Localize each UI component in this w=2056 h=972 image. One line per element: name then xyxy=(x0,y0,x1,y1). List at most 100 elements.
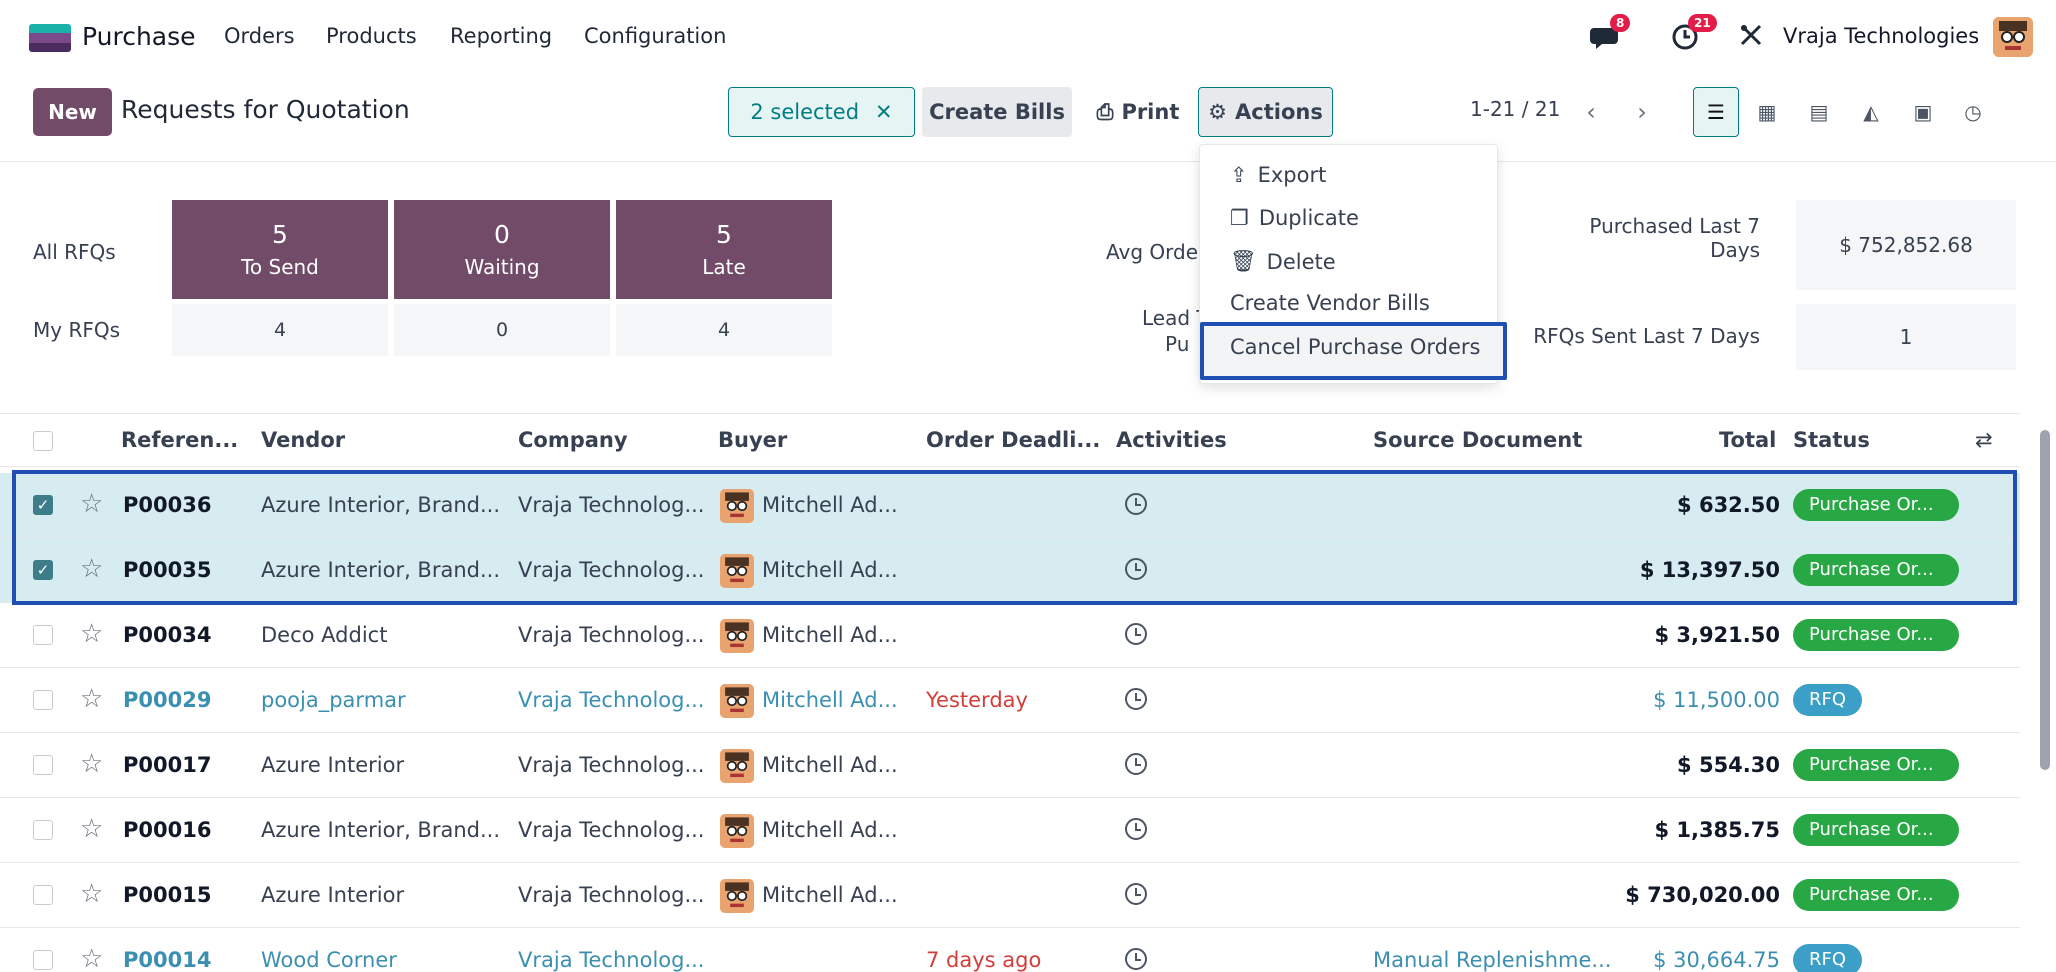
cell-vendor: pooja_parmar xyxy=(261,688,406,712)
activity-clock-icon[interactable] xyxy=(1125,623,1147,645)
buyer-avatar xyxy=(720,814,754,848)
status-badge: Purchase Or... xyxy=(1793,619,1959,651)
duplicate-label: Duplicate xyxy=(1258,206,1359,230)
col-source-document[interactable]: Source Document xyxy=(1373,428,1582,452)
table-row[interactable]: ☆ P00014 Wood Corner Vraja Technolog... 7 da… xyxy=(0,928,2020,972)
my-to-send[interactable]: 4 xyxy=(172,304,388,356)
pager-next-icon[interactable]: › xyxy=(1622,92,1662,132)
my-waiting[interactable]: 0 xyxy=(394,304,610,356)
all-rfqs-label: All RFQs xyxy=(33,240,116,264)
col-vendor[interactable]: Vendor xyxy=(261,428,345,452)
table-row[interactable]: ☆ P00016 Azure Interior, Brand... Vraja Tec… xyxy=(0,798,2020,863)
pager-previous-icon[interactable]: ‹ xyxy=(1571,92,1611,132)
create-bills-button[interactable]: Create Bills xyxy=(922,87,1072,137)
user-avatar[interactable] xyxy=(1993,17,2033,57)
tile-waiting[interactable]: 0 Waiting xyxy=(394,200,610,299)
activities-badge: 21 xyxy=(1688,14,1717,32)
priority-star-icon[interactable]: ☆ xyxy=(80,684,103,714)
scrollbar-thumb[interactable] xyxy=(2040,430,2050,770)
selection-indicator[interactable]: 2 selected ✕ xyxy=(728,87,915,137)
activity-clock-icon[interactable] xyxy=(1125,883,1147,905)
col-total[interactable]: Total xyxy=(1719,428,1776,452)
col-status[interactable]: Status xyxy=(1793,428,1870,452)
table-header: Referen... Vendor Company Buyer Order De… xyxy=(0,413,2020,467)
activity-clock-icon[interactable] xyxy=(1125,948,1147,970)
activity-clock-icon[interactable] xyxy=(1125,818,1147,840)
activity-clock-icon[interactable] xyxy=(1125,753,1147,775)
app-name[interactable]: Purchase xyxy=(82,22,196,51)
kanban-view-icon[interactable]: ▦ xyxy=(1744,87,1790,137)
my-late[interactable]: 4 xyxy=(616,304,832,356)
new-button[interactable]: New xyxy=(33,88,112,136)
row-checkbox[interactable] xyxy=(33,755,53,775)
activity-clock-icon[interactable]: 21 xyxy=(1670,14,1717,54)
tile-to-send-count: 5 xyxy=(272,220,288,249)
create-bills-label: Create Bills xyxy=(929,100,1065,124)
menu-products[interactable]: Products xyxy=(326,24,417,48)
col-activities[interactable]: Activities xyxy=(1116,428,1227,452)
actions-button[interactable]: ⚙ Actions xyxy=(1198,87,1333,137)
export-menu-item[interactable]: ⇪ Export xyxy=(1230,163,1326,187)
row-checkbox[interactable] xyxy=(33,820,53,840)
copy-icon: ❐ xyxy=(1230,206,1249,230)
table-row[interactable]: ☆ P00015 Azure Interior Vraja Technolog... M… xyxy=(0,863,2020,928)
priority-star-icon[interactable]: ☆ xyxy=(80,749,103,779)
actions-label: Actions xyxy=(1235,100,1323,124)
export-label: Export xyxy=(1257,163,1327,187)
cell-company: Vraja Technolog... xyxy=(518,753,705,777)
calendar-view-icon[interactable]: ▣ xyxy=(1900,87,1946,137)
col-company[interactable]: Company xyxy=(518,428,628,452)
row-checkbox[interactable] xyxy=(33,625,53,645)
pager-value[interactable]: 1-21 / 21 xyxy=(1470,97,1560,121)
priority-star-icon[interactable]: ☆ xyxy=(80,879,103,909)
tile-to-send[interactable]: 5 To Send xyxy=(172,200,388,299)
create-vendor-bills-menu-item[interactable]: Create Vendor Bills xyxy=(1230,291,1430,315)
priority-star-icon[interactable]: ☆ xyxy=(80,814,103,844)
purchased-last-7-days-label: Purchased Last 7 Days xyxy=(1589,214,1760,262)
tools-icon[interactable] xyxy=(1738,22,1768,52)
trash-icon: 🗑 xyxy=(1230,249,1257,273)
col-order-deadline[interactable]: Order Deadli... xyxy=(926,428,1100,452)
cancel-purchase-orders-label: Cancel Purchase Orders xyxy=(1230,335,1481,359)
cancel-purchase-orders-menu-item[interactable]: Cancel Purchase Orders xyxy=(1230,335,1480,359)
tile-waiting-label: Waiting xyxy=(464,255,540,279)
cell-total: $ 554.30 xyxy=(1677,753,1780,777)
printer-icon: ⎙ xyxy=(1096,99,1114,124)
selected-rows-highlight xyxy=(12,470,2017,605)
pivot-view-icon[interactable]: ▤ xyxy=(1796,87,1842,137)
cell-reference: P00029 xyxy=(123,688,212,712)
activity-clock-icon[interactable] xyxy=(1125,688,1147,710)
tile-late[interactable]: 5 Late xyxy=(616,200,832,299)
print-label: Print xyxy=(1121,100,1180,124)
optional-columns-icon[interactable]: ⇄ xyxy=(1975,428,1993,452)
print-button[interactable]: ⎙ Print xyxy=(1083,87,1193,137)
table-row[interactable]: ☆ P00034 Deco Addict Vraja Technolog... Mitc… xyxy=(0,603,2020,668)
lead-time-label-2: Pu xyxy=(1165,332,1190,356)
menu-reporting[interactable]: Reporting xyxy=(450,24,552,48)
priority-star-icon[interactable]: ☆ xyxy=(80,619,103,649)
menu-orders[interactable]: Orders xyxy=(224,24,295,48)
activity-view-icon[interactable]: ◷ xyxy=(1950,87,1996,137)
select-all-checkbox[interactable] xyxy=(33,431,53,451)
col-reference[interactable]: Referen... xyxy=(121,428,238,452)
graph-view-icon[interactable]: ◭ xyxy=(1848,87,1894,137)
row-checkbox[interactable] xyxy=(33,950,53,970)
messages-badge: 8 xyxy=(1610,14,1631,32)
list-view-icon[interactable]: ☰ xyxy=(1693,87,1739,137)
row-checkbox[interactable] xyxy=(33,690,53,710)
priority-star-icon[interactable]: ☆ xyxy=(80,944,103,972)
table-row[interactable]: ☆ P00029 pooja_parmar Vraja Technolog... Mit… xyxy=(0,668,2020,733)
duplicate-menu-item[interactable]: ❐ Duplicate xyxy=(1230,206,1359,230)
col-buyer[interactable]: Buyer xyxy=(718,428,787,452)
messages-icon[interactable]: 8 xyxy=(1590,14,1631,54)
clear-selection-icon[interactable]: ✕ xyxy=(875,100,893,124)
delete-menu-item[interactable]: 🗑 Delete xyxy=(1230,249,1336,274)
company-switcher[interactable]: Vraja Technologies xyxy=(1783,24,1979,48)
menu-configuration[interactable]: Configuration xyxy=(584,24,726,48)
purchase-app-icon[interactable] xyxy=(29,24,71,52)
row-checkbox[interactable] xyxy=(33,885,53,905)
cell-total: $ 30,664.75 xyxy=(1653,948,1780,972)
cell-total: $ 3,921.50 xyxy=(1654,623,1780,647)
cell-vendor: Azure Interior xyxy=(261,753,405,777)
table-row[interactable]: ☆ P00017 Azure Interior Vraja Technolog... M… xyxy=(0,733,2020,798)
